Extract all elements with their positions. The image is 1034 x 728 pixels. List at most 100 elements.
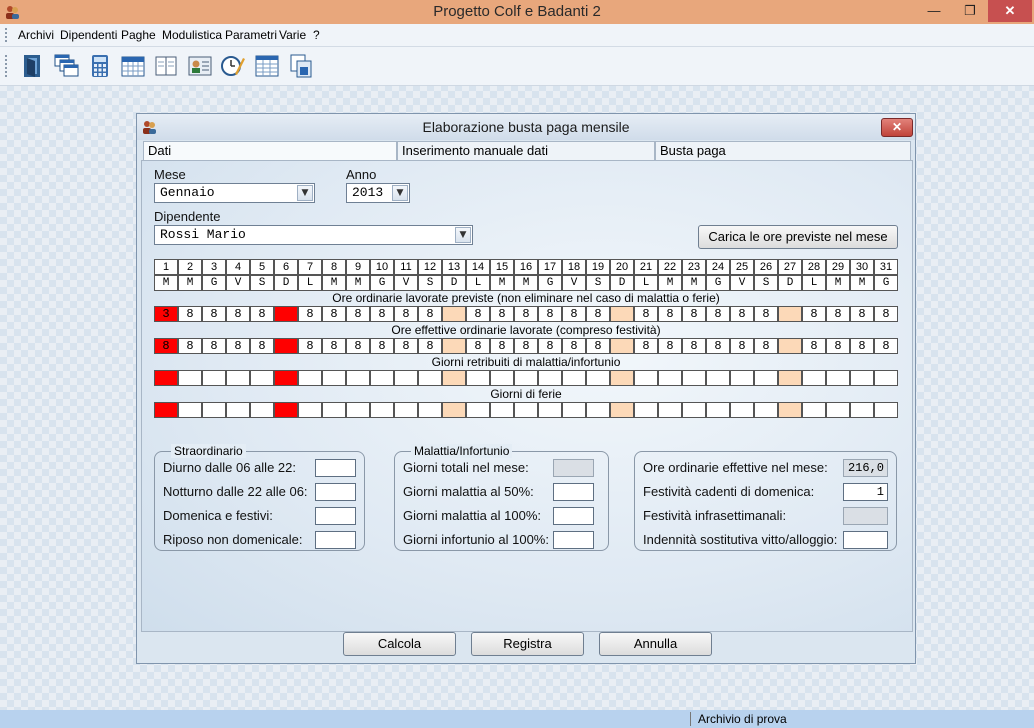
address-book-icon[interactable] (152, 53, 180, 79)
clock-edit-icon[interactable] (219, 53, 247, 79)
giorni-malattia-cell[interactable] (370, 370, 394, 386)
ore-effettive-cell[interactable]: 8 (682, 338, 706, 354)
annulla-button[interactable]: Annulla (599, 632, 712, 656)
chevron-down-icon[interactable]: ▼ (455, 227, 471, 243)
ore-previste-cell[interactable]: 8 (802, 306, 826, 322)
giorni-malattia-cell[interactable] (706, 370, 730, 386)
ore-effettive-cell[interactable]: 8 (802, 338, 826, 354)
giorni-ferie-cell[interactable] (346, 402, 370, 418)
tab-busta-paga[interactable]: Busta paga (655, 141, 911, 161)
carica-ore-button[interactable]: Carica le ore previste nel mese (698, 225, 898, 249)
ore-effettive-cell[interactable]: 8 (514, 338, 538, 354)
ore-previste-cell[interactable]: 8 (250, 306, 274, 322)
ore-previste-cell[interactable]: 8 (850, 306, 874, 322)
giorni-ferie-cell[interactable] (178, 402, 202, 418)
giorni-malattia-cell[interactable] (178, 370, 202, 386)
ore-previste-cell[interactable]: 8 (874, 306, 898, 322)
giorni-malattia-cell[interactable] (538, 370, 562, 386)
close-window-button[interactable]: ✕ (988, 0, 1032, 22)
giorni-malattia-cell[interactable] (850, 370, 874, 386)
ore-previste-cell[interactable] (442, 306, 466, 322)
infortunio-100-input[interactable] (553, 531, 594, 549)
menu-paghe[interactable]: Paghe (121, 28, 156, 42)
calculator-icon[interactable] (86, 53, 114, 79)
giorni-malattia-cell[interactable] (298, 370, 322, 386)
giorni-ferie-cell[interactable] (274, 402, 298, 418)
ore-previste-cell[interactable]: 8 (346, 306, 370, 322)
giorni-malattia-cell[interactable] (250, 370, 274, 386)
giorni-ferie-cell[interactable] (538, 402, 562, 418)
ore-previste-cell[interactable]: 8 (178, 306, 202, 322)
giorni-ferie-cell[interactable] (322, 402, 346, 418)
giorni-malattia-cell[interactable] (394, 370, 418, 386)
malattia-50-input[interactable] (553, 483, 594, 501)
giorni-malattia-cell[interactable] (514, 370, 538, 386)
ore-effettive-cell[interactable]: 8 (322, 338, 346, 354)
ore-previste-cell[interactable] (274, 306, 298, 322)
ore-effettive-cell[interactable] (274, 338, 298, 354)
ore-previste-cell[interactable]: 8 (586, 306, 610, 322)
ore-effettive-cell[interactable]: 8 (658, 338, 682, 354)
ore-effettive-cell[interactable]: 8 (394, 338, 418, 354)
ore-effettive-cell[interactable]: 8 (202, 338, 226, 354)
ore-previste-cell[interactable]: 8 (394, 306, 418, 322)
giorni-malattia-cell[interactable] (466, 370, 490, 386)
ore-effettive-cell[interactable]: 8 (466, 338, 490, 354)
ore-effettive-cell[interactable]: 8 (586, 338, 610, 354)
giorni-ferie-cell[interactable] (778, 402, 802, 418)
ore-effettive-cell[interactable]: 8 (178, 338, 202, 354)
ore-previste-cell[interactable] (778, 306, 802, 322)
giorni-malattia-cell[interactable] (874, 370, 898, 386)
giorni-ferie-cell[interactable] (226, 402, 250, 418)
ore-previste-cell[interactable]: 8 (202, 306, 226, 322)
giorni-malattia-cell[interactable] (226, 370, 250, 386)
tab-inserimento-manuale[interactable]: Inserimento manuale dati (397, 141, 655, 161)
ore-effettive-cell[interactable]: 8 (538, 338, 562, 354)
maximize-button[interactable]: ❐ (956, 0, 984, 22)
ore-effettive-cell[interactable]: 8 (298, 338, 322, 354)
giorni-ferie-cell[interactable] (298, 402, 322, 418)
ore-previste-cell[interactable]: 8 (706, 306, 730, 322)
giorni-malattia-cell[interactable] (826, 370, 850, 386)
menu-archivi[interactable]: Archivi (18, 28, 54, 42)
ore-previste-cell[interactable]: 8 (634, 306, 658, 322)
windows-cascade-icon[interactable] (52, 53, 80, 79)
ore-previste-cell[interactable]: 8 (826, 306, 850, 322)
giorni-ferie-cell[interactable] (850, 402, 874, 418)
giorni-ferie-cell[interactable] (418, 402, 442, 418)
giorni-malattia-cell[interactable] (802, 370, 826, 386)
giorni-ferie-cell[interactable] (154, 402, 178, 418)
giorni-malattia-cell[interactable] (346, 370, 370, 386)
ore-effettive-cell[interactable]: 8 (730, 338, 754, 354)
chevron-down-icon[interactable]: ▼ (297, 185, 313, 201)
ore-effettive-cell[interactable] (778, 338, 802, 354)
menu-modulistica[interactable]: Modulistica (162, 28, 222, 42)
giorni-ferie-cell[interactable] (730, 402, 754, 418)
ore-previste-cell[interactable]: 8 (730, 306, 754, 322)
giorni-malattia-cell[interactable] (274, 370, 298, 386)
giorni-ferie-cell[interactable] (442, 402, 466, 418)
giorni-ferie-cell[interactable] (610, 402, 634, 418)
dipendente-select[interactable]: Rossi Mario ▼ (154, 225, 473, 245)
ore-effettive-cell[interactable]: 8 (370, 338, 394, 354)
ore-effettive-cell[interactable]: 8 (250, 338, 274, 354)
minimize-button[interactable]: — (920, 0, 948, 22)
giorni-malattia-cell[interactable] (658, 370, 682, 386)
giorni-malattia-cell[interactable] (754, 370, 778, 386)
notturno-input[interactable] (315, 483, 356, 501)
registra-button[interactable]: Registra (471, 632, 584, 656)
ore-previste-cell[interactable]: 8 (298, 306, 322, 322)
ore-previste-cell[interactable]: 8 (418, 306, 442, 322)
giorni-malattia-cell[interactable] (322, 370, 346, 386)
ore-previste-cell[interactable]: 8 (322, 306, 346, 322)
menu-varie[interactable]: Varie (279, 28, 306, 42)
ore-previste-cell[interactable]: 8 (514, 306, 538, 322)
ore-effettive-cell[interactable]: 8 (706, 338, 730, 354)
diurno-input[interactable] (315, 459, 356, 477)
ore-previste-cell[interactable]: 8 (682, 306, 706, 322)
ore-previste-cell[interactable]: 8 (466, 306, 490, 322)
giorni-ferie-cell[interactable] (826, 402, 850, 418)
ore-previste-cell[interactable]: 8 (538, 306, 562, 322)
giorni-ferie-cell[interactable] (202, 402, 226, 418)
ore-previste-cell[interactable]: 8 (754, 306, 778, 322)
